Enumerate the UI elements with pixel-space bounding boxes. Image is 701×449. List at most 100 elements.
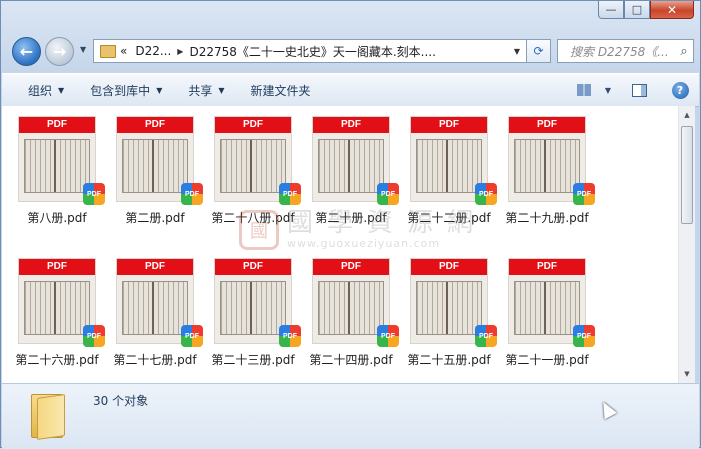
- pdf-app-icon: PDF: [279, 183, 301, 205]
- forward-button[interactable]: →: [45, 37, 74, 66]
- organize-label: 组织: [28, 83, 53, 98]
- maximize-button[interactable]: □: [624, 1, 650, 19]
- new-folder-button[interactable]: 新建文件夹: [238, 74, 324, 106]
- help-button[interactable]: ?: [661, 81, 699, 99]
- file-name: 第二十六册.pdf: [15, 353, 99, 367]
- watermark-url: www.guoxueziyuan.com: [287, 237, 441, 250]
- pdf-thumbnail: PDF PDF: [508, 116, 595, 205]
- file-name: 第二册.pdf: [125, 211, 185, 225]
- back-button[interactable]: ←: [12, 37, 41, 66]
- explorer-window: — □ ✕ ← → ▼ « D22... ▶ D22758《二十一史北史》天一阁…: [0, 0, 701, 449]
- file-item[interactable]: PDF PDF 第二十三册.pdf: [204, 258, 302, 368]
- address-bar[interactable]: « D22... ▶ D22758《二十一史北史》天一阁藏本.刻本.... ▼: [93, 39, 527, 63]
- scanned-page-preview: [416, 139, 482, 193]
- pdf-thumbnail: PDF PDF: [18, 116, 105, 205]
- item-count: 30 个对象: [93, 394, 149, 408]
- share-label: 共享: [188, 83, 213, 98]
- file-name: 第二十四册.pdf: [309, 353, 393, 367]
- chevron-down-icon: ▼: [156, 85, 163, 95]
- file-name: 第二十九册.pdf: [505, 211, 589, 225]
- refresh-button[interactable]: ⟳: [527, 39, 551, 63]
- scroll-up-icon[interactable]: ▲: [679, 107, 695, 123]
- pdf-app-icon: PDF: [475, 325, 497, 347]
- search-input[interactable]: 搜索 D22758《... ⌕: [557, 39, 694, 63]
- preview-pane-button[interactable]: [617, 83, 661, 97]
- minimize-button[interactable]: —: [598, 1, 624, 19]
- pdf-band-label: PDF: [509, 117, 585, 133]
- search-placeholder: 搜索 D22758《...: [570, 44, 669, 59]
- view-dropdown[interactable]: ▼: [599, 86, 617, 95]
- file-name: 第八册.pdf: [27, 211, 87, 225]
- pdf-thumbnail: PDF PDF: [312, 116, 399, 205]
- preview-pane-icon: [631, 83, 647, 97]
- pdf-thumbnail: PDF PDF: [116, 116, 203, 205]
- details-pane: 30 个对象: [2, 383, 699, 449]
- toolbar-right: ▼ ?: [569, 74, 699, 106]
- pdf-thumbnail: PDF PDF: [116, 258, 203, 347]
- file-item[interactable]: PDF PDF 第二十五册.pdf: [400, 258, 498, 368]
- scanned-page-preview: [514, 281, 580, 335]
- forward-arrow-icon: →: [52, 42, 67, 61]
- scanned-page-preview: [24, 281, 90, 335]
- chevron-down-icon: ▼: [604, 85, 612, 95]
- scanned-page-preview: [220, 139, 286, 193]
- pdf-app-icon: PDF: [377, 325, 399, 347]
- file-item[interactable]: PDF PDF 第二十九册.pdf: [498, 116, 596, 226]
- pdf-app-icon: PDF: [475, 183, 497, 205]
- pdf-band-label: PDF: [509, 259, 585, 275]
- file-name: 第二十五册.pdf: [407, 353, 491, 367]
- recent-pages-dropdown[interactable]: ▼: [80, 45, 86, 54]
- scanned-page-preview: [514, 139, 580, 193]
- pdf-band-label: PDF: [411, 117, 487, 133]
- scanned-page-preview: [318, 139, 384, 193]
- back-arrow-icon: ←: [19, 42, 34, 61]
- pdf-app-icon: PDF: [573, 183, 595, 205]
- search-icon[interactable]: ⌕: [675, 44, 693, 59]
- share-menu[interactable]: 共享 ▼: [175, 74, 237, 106]
- pdf-band-label: PDF: [215, 259, 291, 275]
- breadcrumb-current[interactable]: D22758《二十一史北史》天一阁藏本.刻本....: [189, 43, 436, 60]
- scroll-down-icon[interactable]: ▼: [679, 366, 695, 382]
- breadcrumb-parent[interactable]: D22...: [135, 44, 171, 58]
- file-name: 第二十三册.pdf: [211, 353, 295, 367]
- file-item[interactable]: PDF PDF 第二十六册.pdf: [8, 258, 106, 368]
- caption-buttons: — □ ✕: [598, 1, 694, 19]
- file-item[interactable]: PDF PDF 第八册.pdf: [8, 116, 106, 226]
- pdf-band-label: PDF: [215, 117, 291, 133]
- include-in-library-menu[interactable]: 包含到库中 ▼: [77, 74, 175, 106]
- pdf-app-icon: PDF: [279, 325, 301, 347]
- pdf-thumbnail: PDF PDF: [214, 258, 301, 347]
- organize-menu[interactable]: 组织 ▼: [2, 74, 77, 106]
- pdf-app-icon: PDF: [573, 325, 595, 347]
- watermark-title: 國學資源網: [287, 208, 488, 238]
- file-item[interactable]: PDF PDF 第二册.pdf: [106, 116, 204, 226]
- pdf-thumbnail: PDF PDF: [312, 258, 399, 347]
- pdf-app-icon: PDF: [83, 183, 105, 205]
- pdf-band-label: PDF: [411, 259, 487, 275]
- pdf-thumbnail: PDF PDF: [508, 258, 595, 347]
- scanned-page-preview: [416, 281, 482, 335]
- include-label: 包含到库中: [90, 83, 151, 98]
- file-item[interactable]: PDF PDF 第二十七册.pdf: [106, 258, 204, 368]
- pdf-app-icon: PDF: [83, 325, 105, 347]
- pdf-band-label: PDF: [117, 117, 193, 133]
- folder-icon: [100, 44, 116, 58]
- close-button[interactable]: ✕: [650, 1, 694, 19]
- help-icon: ?: [671, 81, 689, 99]
- vertical-scrollbar[interactable]: ▲ ▼: [678, 106, 695, 383]
- pdf-thumbnail: PDF PDF: [214, 116, 301, 205]
- address-overflow[interactable]: «: [120, 44, 127, 58]
- change-view-button[interactable]: [569, 84, 599, 96]
- pdf-thumbnail: PDF PDF: [410, 116, 497, 205]
- pdf-app-icon: PDF: [181, 183, 203, 205]
- file-item[interactable]: PDF PDF 第二十一册.pdf: [498, 258, 596, 368]
- file-item[interactable]: PDF PDF 第二十四册.pdf: [302, 258, 400, 368]
- chevron-down-icon: ▼: [218, 85, 225, 95]
- pdf-band-label: PDF: [19, 259, 95, 275]
- watermark-seal: 國: [239, 209, 279, 250]
- address-dropdown-icon[interactable]: ▼: [514, 47, 520, 56]
- scroll-thumb[interactable]: [681, 126, 693, 224]
- pdf-thumbnail: PDF PDF: [18, 258, 105, 347]
- breadcrumb-separator-icon[interactable]: ▶: [177, 47, 183, 56]
- scanned-page-preview: [220, 281, 286, 335]
